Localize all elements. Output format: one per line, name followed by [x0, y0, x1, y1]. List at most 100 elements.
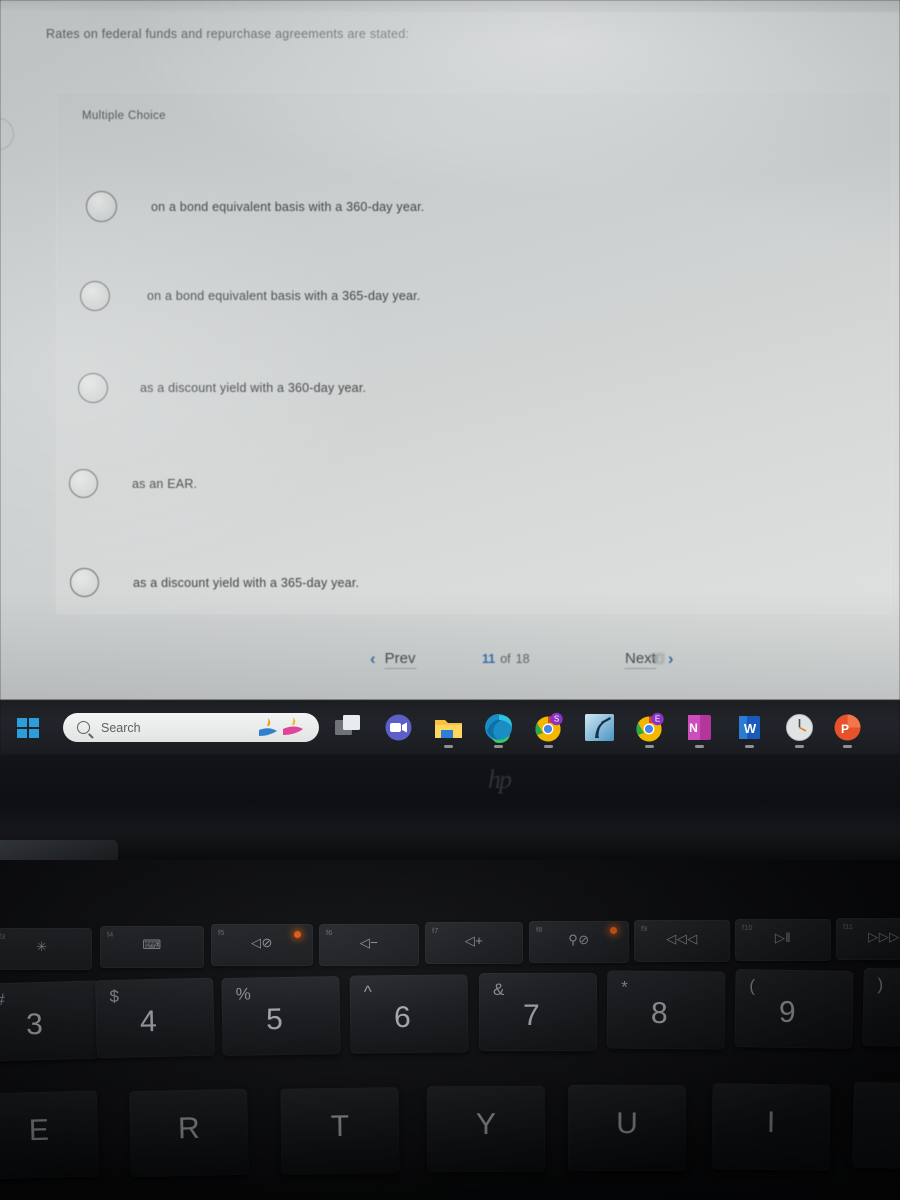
play-pause-icon: ▷‖ [774, 930, 792, 945]
key-t[interactable]: T [280, 1087, 400, 1175]
key-0-symbol: ) [877, 975, 884, 995]
answer-option-d-label: as an EAR. [132, 476, 198, 491]
file-explorer-icon[interactable] [433, 712, 464, 743]
answer-option-d[interactable]: as an EAR. [69, 469, 197, 498]
laptop-photo-scene: · ··· Rates on federal funds and repurch… [0, 0, 900, 1200]
keyboard-backlight-icon: ⌨ [142, 937, 162, 952]
key-6-symbol: ^ [363, 982, 372, 1002]
total-page-number: 18 [515, 652, 530, 666]
volume-down-key[interactable]: f6 ◁− [319, 924, 419, 966]
volume-up-icon: ◁+ [464, 933, 484, 948]
answer-option-b-label: on a bond equivalent basis with a 365-da… [147, 289, 421, 303]
answer-option-a-label: on a bond equivalent basis with a 360-da… [151, 199, 425, 214]
previous-track-icon: ◁◁◁ [666, 931, 698, 946]
chevron-left-icon: ‹ [370, 649, 376, 668]
microphone-mute-key[interactable]: f8 ⚲⊘ [529, 921, 629, 963]
microsoft-teams-icon[interactable] [383, 712, 414, 743]
key-0[interactable]: ) 0 [862, 967, 900, 1049]
question-type-label: Multiple Choice [82, 110, 166, 122]
running-indicator [843, 745, 852, 748]
key-i-letter: I [766, 1105, 776, 1140]
key-4[interactable]: $ 4 [95, 977, 215, 1059]
prev-question-button[interactable]: ‹ Prev [370, 649, 416, 669]
radio-button-c[interactable] [78, 373, 108, 403]
key-8-number: 8 [650, 996, 668, 1031]
key-o[interactable]: O [852, 1081, 900, 1171]
running-indicator [695, 745, 704, 748]
kinemaster-app-icon[interactable] [584, 712, 615, 743]
taskbar-search-box[interactable]: Search [63, 713, 319, 742]
question-stem: Rates on federal funds and repurchase ag… [46, 27, 410, 41]
running-indicator [645, 745, 654, 748]
current-page-number: 11 [482, 652, 496, 666]
radio-button-d[interactable] [69, 469, 98, 498]
radio-button-e[interactable] [70, 568, 99, 597]
task-view-icon[interactable] [333, 712, 364, 743]
laptop-bezel-bottom [0, 755, 900, 860]
clock-icon[interactable] [784, 712, 815, 743]
windows-logo-icon[interactable] [17, 718, 39, 739]
key-8-symbol: * [621, 977, 628, 997]
key-y[interactable]: Y [426, 1085, 546, 1173]
key-7-number: 7 [523, 999, 540, 1032]
microsoft-edge-icon[interactable] [483, 712, 514, 743]
answer-option-a[interactable]: on a bond equivalent basis with a 360-da… [86, 191, 424, 222]
volume-up-key[interactable]: f7 ◁+ [425, 922, 523, 964]
brightness-up-key[interactable]: f3 ✳ [0, 928, 92, 970]
word-icon[interactable]: W [734, 712, 765, 743]
answer-option-e[interactable]: as a discount yield with a 365-day year. [70, 568, 359, 597]
screen-edge-artifact-circle [0, 118, 14, 150]
speaker-mute-key[interactable]: f5 ◁⊘ [211, 924, 313, 966]
chrome-profile-badge-s: S [554, 715, 559, 724]
key-7[interactable]: & 7 [479, 973, 597, 1051]
key-3-number: 3 [25, 1007, 44, 1042]
key-6[interactable]: ^ 6 [349, 974, 469, 1054]
powerpoint-icon[interactable]: P [832, 712, 863, 743]
running-indicator [745, 745, 754, 748]
key-9[interactable]: ( 9 [734, 969, 854, 1049]
key-8[interactable]: * 8 [606, 970, 726, 1050]
key-u[interactable]: U [567, 1084, 687, 1172]
running-indicator [544, 745, 553, 748]
answer-option-b[interactable]: on a bond equivalent basis with a 365-da… [80, 281, 420, 311]
key-o-letter: O [853, 1104, 900, 1140]
page-counter: 11 of 18 [482, 652, 530, 666]
key-r[interactable]: R [129, 1088, 249, 1178]
key-6-number: 6 [393, 1000, 411, 1035]
answer-choices-card [56, 92, 892, 614]
chrome-profile-e-icon[interactable]: E [634, 712, 665, 743]
key-7-symbol: & [493, 980, 505, 999]
page-of-label: of [500, 652, 511, 666]
brightness-icon: ✳ [36, 939, 48, 954]
word-letter: W [744, 721, 757, 736]
browser-sliver-text: · ··· [810, 1, 827, 8]
key-5-number: 5 [265, 1002, 284, 1037]
key-3[interactable]: # 3 [0, 980, 102, 1062]
next-track-key[interactable]: f11 ▷▷▷ [836, 918, 900, 960]
answer-option-c[interactable]: as a discount yield with a 360-day year. [78, 373, 366, 403]
diwali-diya-lamps-icon [253, 717, 311, 738]
key-y-letter: Y [475, 1107, 497, 1142]
keyboard-backlight-key[interactable]: f4 ⌨ [100, 926, 204, 968]
chrome-profile-s-icon[interactable]: S [533, 712, 564, 743]
next-track-icon: ▷▷▷ [868, 929, 900, 944]
play-pause-key[interactable]: f10 ▷‖ [735, 919, 831, 961]
key-e[interactable]: E [0, 1090, 100, 1180]
browser-chrome-sliver: · ··· [0, 0, 900, 12]
key-i[interactable]: I [711, 1083, 831, 1171]
key-3-symbol: # [0, 990, 6, 1010]
key-5[interactable]: % 5 [221, 975, 341, 1057]
onenote-letter: N [689, 721, 698, 735]
search-placeholder: Search [101, 720, 141, 735]
laptop-screen: · ··· Rates on federal funds and repurch… [0, 0, 900, 700]
onenote-icon[interactable]: N [684, 712, 715, 743]
key-u-letter: U [616, 1106, 638, 1141]
question-pager: ‹ Prev 11 of 18 Next › [0, 645, 900, 685]
previous-track-key[interactable]: f9 ◁◁◁ [634, 920, 730, 962]
radio-button-a[interactable] [86, 191, 117, 222]
chrome-profile-badge-e: E [655, 715, 660, 724]
key-4-number: 4 [139, 1004, 158, 1039]
radio-button-b[interactable] [80, 281, 110, 311]
powerpoint-letter: P [841, 722, 849, 736]
running-indicator [494, 745, 503, 748]
